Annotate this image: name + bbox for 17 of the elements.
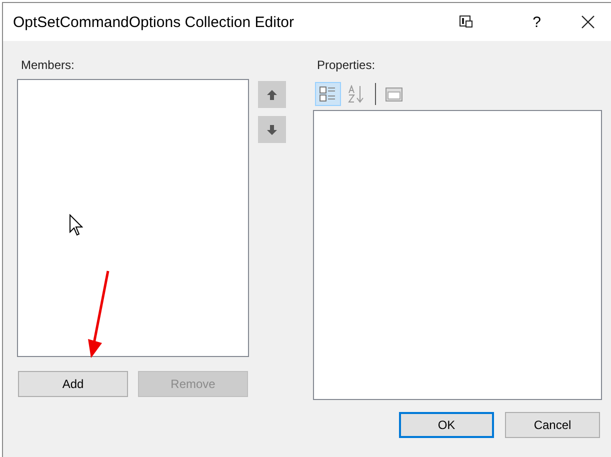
close-icon[interactable] — [581, 15, 595, 29]
members-label: Members: — [21, 58, 76, 72]
window-title: OptSetCommandOptions Collection Editor — [13, 14, 295, 30]
mouse-cursor-icon — [69, 214, 83, 236]
members-list[interactable] — [17, 79, 249, 357]
cancel-button[interactable]: Cancel — [505, 412, 600, 438]
help-button[interactable]: ? — [532, 14, 541, 30]
ok-button[interactable]: OK — [399, 412, 494, 438]
categorized-list-icon — [319, 85, 337, 103]
categorized-button[interactable] — [315, 82, 341, 106]
sort-alphabetical-icon — [348, 85, 366, 103]
window-icon[interactable] — [458, 15, 473, 29]
properties-label: Properties: — [317, 58, 376, 72]
property-pages-icon — [385, 85, 403, 103]
up-arrow-icon — [266, 88, 278, 100]
down-arrow-icon — [266, 124, 278, 136]
add-button[interactable]: Add — [18, 371, 128, 397]
